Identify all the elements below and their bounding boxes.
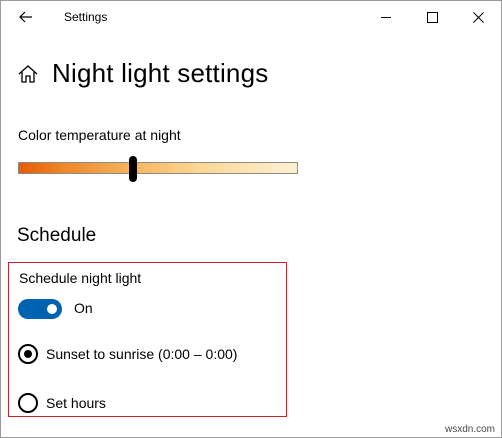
- set-hours-radio[interactable]: [18, 393, 38, 413]
- color-temperature-slider-thumb[interactable]: [129, 156, 137, 182]
- radio-selected-dot: [24, 350, 32, 358]
- app-title: Settings: [64, 10, 108, 24]
- back-button[interactable]: [7, 3, 45, 31]
- minimize-icon: [380, 16, 391, 18]
- sunset-to-sunrise-radio[interactable]: [18, 344, 38, 364]
- color-temperature-slider[interactable]: [18, 162, 298, 174]
- schedule-night-light-label: Schedule night light: [19, 270, 142, 286]
- color-temperature-label: Color temperature at night: [18, 127, 181, 143]
- settings-window: Settings Night light settings Color temp…: [0, 0, 502, 438]
- toggle-state-label: On: [74, 300, 93, 316]
- back-arrow-icon: [19, 11, 32, 23]
- minimize-button[interactable]: [363, 1, 409, 33]
- title-bar: Settings: [1, 1, 501, 33]
- close-button[interactable]: [455, 1, 501, 33]
- home-icon[interactable]: [17, 63, 39, 85]
- sunset-to-sunrise-label[interactable]: Sunset to sunrise (0:00 – 0:00): [46, 346, 237, 362]
- maximize-button[interactable]: [409, 1, 455, 33]
- toggle-knob: [47, 304, 57, 314]
- watermark: wsxdn.com: [445, 424, 496, 435]
- set-hours-label[interactable]: Set hours: [46, 395, 106, 411]
- close-icon: [472, 11, 484, 23]
- schedule-night-light-toggle[interactable]: [18, 299, 62, 319]
- schedule-heading: Schedule: [17, 225, 97, 246]
- maximize-icon: [426, 11, 438, 23]
- page-title: Night light settings: [52, 58, 269, 88]
